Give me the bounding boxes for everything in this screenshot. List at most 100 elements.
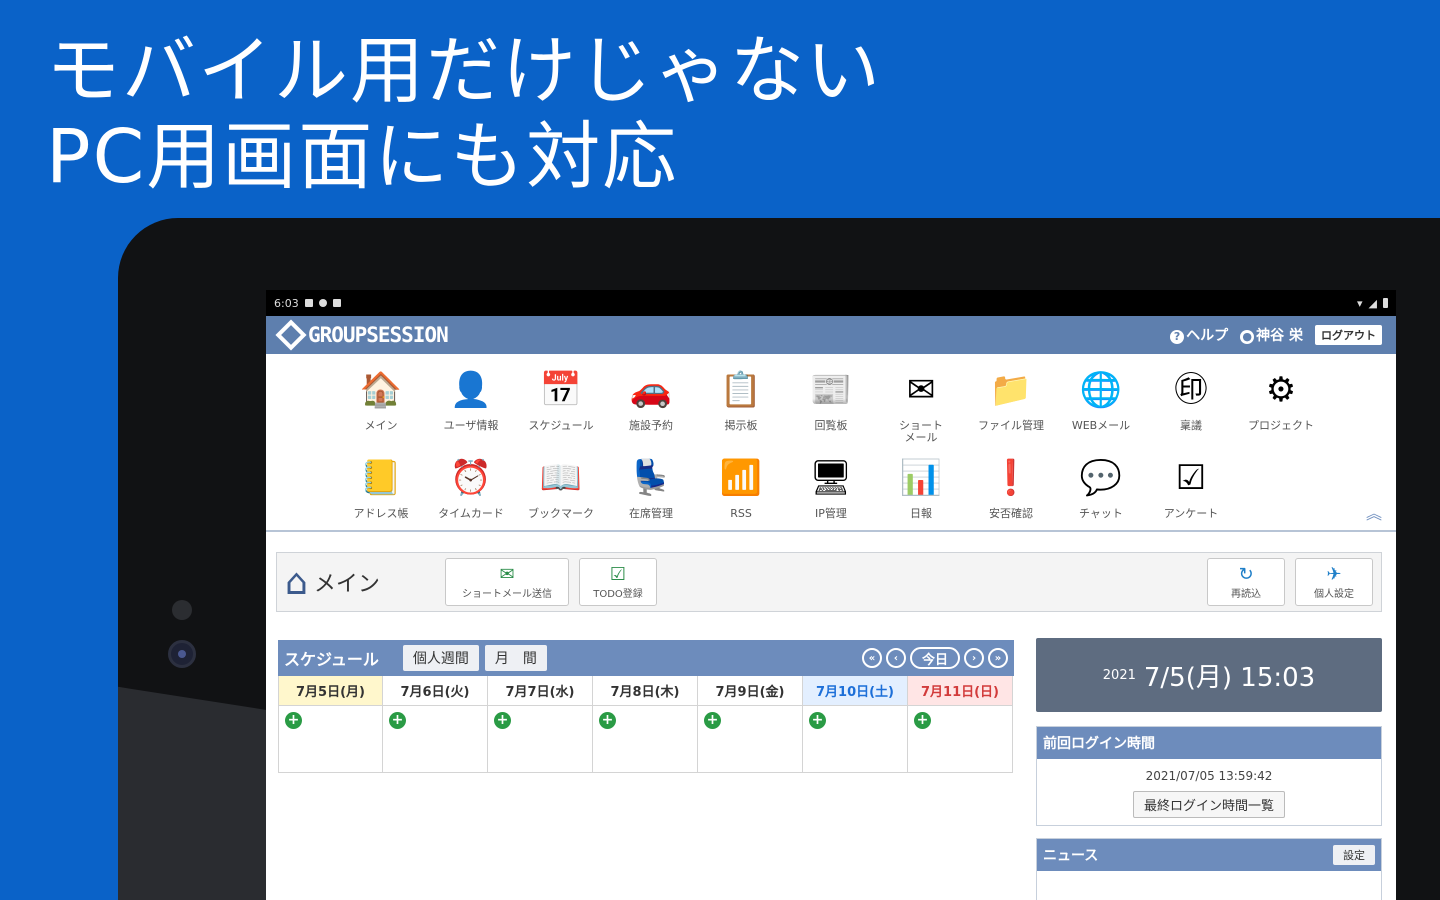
add-schedule-icon[interactable]: + — [809, 712, 826, 729]
next-week-icon[interactable]: » — [988, 648, 1008, 668]
help-link[interactable]: ? ヘルプ — [1170, 325, 1228, 345]
schedule-day-cell[interactable]: + — [593, 706, 697, 772]
menu-item[interactable]: 📁 ファイル管理 — [966, 366, 1056, 454]
menu-item[interactable]: 📶 RSS — [696, 454, 786, 542]
menu-item-label: 安否確認 — [989, 507, 1033, 520]
news-title: ニュース — [1043, 848, 1099, 864]
today-button[interactable]: 今日 — [909, 647, 960, 669]
add-schedule-icon[interactable]: + — [285, 712, 302, 729]
schedule-day-header[interactable]: 7月6日(火) — [383, 676, 487, 706]
prev-week-icon[interactable]: « — [861, 648, 882, 668]
menu-item-icon: 📅 — [539, 370, 583, 410]
menu-item[interactable]: ⏰ タイムカード — [426, 454, 516, 542]
add-schedule-icon[interactable]: + — [599, 712, 616, 729]
menu-item-icon: 🖥 — [809, 458, 853, 498]
menu-item[interactable]: 📊 日報 — [876, 454, 966, 542]
menu-item[interactable]: 💬 チャット — [1056, 454, 1146, 542]
reload-button[interactable]: ↻ 再読込 — [1207, 558, 1285, 606]
login-history-button[interactable]: 最終ログイン時間一覧 — [1132, 791, 1285, 818]
menu-item[interactable]: ⚙ プロジェクト — [1236, 366, 1326, 454]
help-icon: ? — [1170, 330, 1185, 344]
menu-item[interactable]: 📖 ブックマーク — [516, 454, 606, 542]
todo-icon: ☑ — [609, 564, 627, 585]
groupsession-logo[interactable]: GROUPSESSION — [275, 319, 449, 351]
news-settings-button[interactable]: 設定 — [1333, 845, 1375, 865]
clock-year: 2021 — [1102, 667, 1136, 683]
add-schedule-icon[interactable]: + — [494, 712, 511, 729]
menu-item-label: タイムカード — [438, 507, 504, 520]
menu-item-label: WEBメール — [1071, 419, 1131, 432]
last-login-panel: 前回ログイン時間 2021/07/05 13:59:42 最終ログイン時間一覧 — [1036, 726, 1382, 826]
menu-item[interactable]: 👤 ユーザ情報 — [426, 366, 516, 454]
menu-item-label: ブックマーク — [528, 507, 594, 520]
schedule-day-cell[interactable]: + — [279, 706, 382, 772]
battery-saver-icon — [332, 299, 341, 307]
menu-item[interactable]: ☑ アンケート — [1146, 454, 1236, 542]
menu-item[interactable]: 🖥 IP管理 — [786, 454, 876, 542]
schedule-header: スケジュール 個人週間 月 間 « ‹ 今日 › » — [278, 640, 1014, 676]
add-schedule-icon[interactable]: + — [389, 712, 406, 729]
menu-item[interactable]: 📰 回覧板 — [786, 366, 876, 454]
next-day-icon[interactable]: › — [964, 648, 984, 668]
add-schedule-icon[interactable]: + — [914, 712, 931, 729]
schedule-day-header[interactable]: 7月11日(日) — [908, 676, 1012, 706]
menu-item[interactable]: ❗ 安否確認 — [966, 454, 1056, 542]
menu-item-icon: 📒 — [359, 458, 403, 498]
menu-item[interactable]: ㊞稟議 — [1146, 366, 1236, 454]
todo-register-button[interactable]: ☑ TODO登録 — [579, 558, 657, 606]
personal-settings-label: 個人設定 — [1314, 589, 1354, 600]
schedule-day-cell[interactable]: + — [698, 706, 802, 772]
menu-item[interactable]: ✉ ショート メール — [876, 366, 966, 454]
menu-item-label: ユーザ情報 — [443, 419, 499, 432]
tab-personal-week[interactable]: 個人週間 — [402, 645, 479, 671]
schedule-day-cell[interactable]: + — [383, 706, 487, 772]
user-name: 神谷 栄 — [1256, 328, 1303, 344]
schedule-day-cell[interactable]: + — [908, 706, 1012, 772]
schedule-days: 7月5日(月) +7月6日(火) +7月7日(水) +7月8日(木) +7月9日(金) +… — [278, 676, 1014, 773]
tab-month[interactable]: 月 間 — [484, 645, 547, 671]
schedule-day-header[interactable]: 7月10日(土) — [803, 676, 907, 706]
schedule-day-header[interactable]: 7月8日(木) — [593, 676, 697, 706]
menu-item[interactable]: 📋 掲示板 — [696, 366, 786, 454]
user-menu[interactable]: ● 神谷 栄 — [1240, 325, 1303, 345]
menu-item-label: 施設予約 — [629, 419, 673, 432]
camera-lens — [168, 640, 196, 668]
menu-item[interactable]: 📅 スケジュール — [516, 366, 606, 454]
collapse-menu-icon[interactable]: ︽ — [1366, 500, 1382, 524]
last-login-header: 前回ログイン時間 — [1037, 727, 1381, 759]
plugin-menu-row-1: 🏠 メイン 👤 ユーザ情報 📅 スケジュール 🚗 施設予約 📋 掲示板 📰 回覧板 ✉ ショート メール 📁… — [266, 366, 1396, 454]
schedule-nav: « ‹ 今日 › » — [861, 647, 1008, 669]
mail-send-icon: ✉ — [499, 564, 515, 585]
schedule-day-cell[interactable]: + — [803, 706, 907, 772]
personal-settings-button[interactable]: ✈ 個人設定 — [1295, 558, 1373, 606]
menu-item-icon: 📊 — [899, 458, 943, 498]
menu-item[interactable]: 🌐 WEBメール — [1056, 366, 1146, 454]
news-panel: ニュース 設定 — [1036, 838, 1382, 900]
schedule-day-column: 7月6日(火) + — [383, 676, 488, 773]
menu-item-icon: 💬 — [1079, 458, 1123, 498]
add-schedule-icon[interactable]: + — [704, 712, 721, 729]
menu-item-icon: ✉ — [906, 370, 936, 410]
user-icon: ● — [1240, 330, 1255, 344]
menu-item-icon: ⚙ — [1265, 370, 1297, 410]
schedule-day-cell[interactable]: + — [488, 706, 592, 772]
tablet-screen: 6:03 ▾ ◢ GROUPSESSION ? ヘルプ ● 神谷 栄 ログアウト 🏠… — [266, 290, 1396, 900]
menu-item[interactable]: 🏠 メイン — [336, 366, 426, 454]
signal-icon: ◢ — [1368, 296, 1377, 310]
logout-button[interactable]: ログアウト — [1315, 325, 1382, 345]
menu-item[interactable]: 💺 在席管理 — [606, 454, 696, 542]
schedule-day-header[interactable]: 7月5日(月) — [279, 676, 382, 706]
shortmail-send-button[interactable]: ✉ ショートメール送信 — [445, 558, 569, 606]
clock-datetime: 7/5(月) 15:03 — [1143, 662, 1316, 693]
menu-item[interactable]: 📒 アドレス帳 — [336, 454, 426, 542]
schedule-day-header[interactable]: 7月7日(水) — [488, 676, 592, 706]
menu-item[interactable]: 🚗 施設予約 — [606, 366, 696, 454]
prev-day-icon[interactable]: ‹ — [885, 648, 906, 668]
plugin-menu-row-2: 📒 アドレス帳 ⏰ タイムカード 📖 ブックマーク 💺 在席管理 📶 RSS 🖥 IP管理 📊 日報 ❗ 安否… — [266, 454, 1396, 542]
schedule-day-header[interactable]: 7月9日(金) — [698, 676, 802, 706]
menu-item-icon: ☑ — [1175, 458, 1207, 498]
headline: モバイル用だけじゃない PC用画面にも対応 — [46, 28, 882, 200]
schedule-day-column: 7月11日(日) + — [908, 676, 1013, 773]
reload-icon: ↻ — [1238, 564, 1254, 585]
schedule-day-column: 7月7日(水) + — [488, 676, 593, 773]
